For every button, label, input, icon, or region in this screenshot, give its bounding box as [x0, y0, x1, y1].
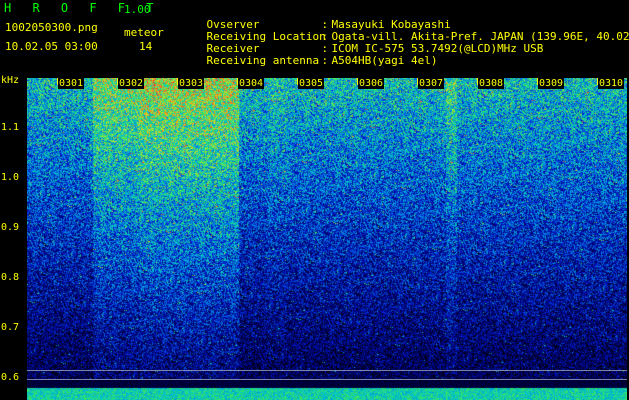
file-name: 1002050300.png: [5, 21, 98, 34]
y-axis: kHz 1.1 1.0 0.9 0.8 0.7 0.6: [0, 76, 27, 400]
info-value: A504HB(yagi 4el): [331, 54, 438, 67]
date-time: 10.02.05 03:00: [5, 40, 98, 53]
y-tick-label: 1.1: [1, 122, 20, 133]
y-tick-label: 0.9: [1, 222, 20, 233]
y-tick-label: 0.6: [1, 372, 20, 383]
x-tick-label: 0304: [238, 78, 265, 89]
y-axis-unit: kHz: [1, 75, 20, 86]
y-tick-label: 1.0: [1, 172, 20, 183]
x-tick-label: 0302: [118, 78, 145, 89]
info-row-antenna: Receiving antenna: A504HB(yagi 4el): [206, 54, 438, 67]
meteor-label: meteor: [124, 26, 164, 39]
x-tick-label: 0310: [598, 78, 625, 89]
reference-line: [27, 370, 627, 371]
spectrogram-canvas: [27, 78, 627, 400]
x-tick-label: 0307: [418, 78, 445, 89]
x-tick-label: 0306: [358, 78, 385, 89]
x-tick-label: 0309: [538, 78, 565, 89]
x-tick-label: 0301: [58, 78, 85, 89]
header-panel: H R O F F T 1.00 1002050300.png 10.02.05…: [0, 0, 629, 76]
y-tick-label: 0.8: [1, 272, 20, 283]
reference-line: [27, 379, 627, 380]
y-tick-label: 0.7: [1, 322, 20, 333]
meteor-count: 14: [139, 40, 153, 53]
x-tick-label: 0308: [478, 78, 505, 89]
info-label: Receiving antenna: [206, 54, 320, 67]
app-version: 1.00: [124, 3, 151, 16]
x-tick-label: 0303: [178, 78, 205, 89]
x-tick-label: 0305: [298, 78, 325, 89]
